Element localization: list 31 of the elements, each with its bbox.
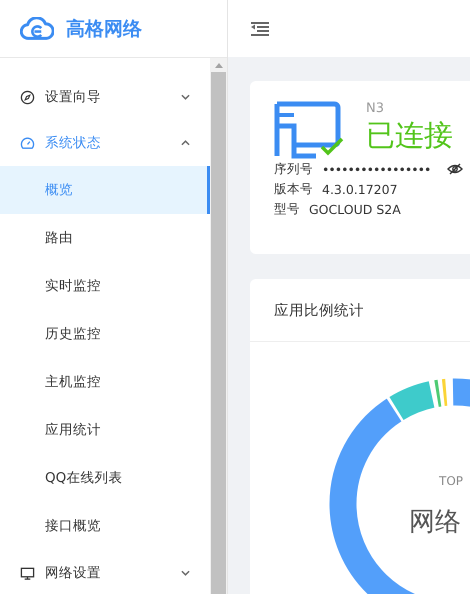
hidden-eye-icon[interactable] [447,163,464,175]
field-label: 序列号 [274,160,313,178]
monitor-icon [20,566,35,580]
field-label: 版本号 [274,180,313,198]
sidebar-subitem[interactable]: 应用统计 [0,406,210,454]
chevron-icon [181,94,190,100]
scroll-up-arrow-icon[interactable] [214,63,222,68]
sidebar-subitem[interactable]: 路由 [0,214,210,262]
sidebar-subitem[interactable]: 实时监控 [0,262,210,310]
cloud-logo-icon [20,16,54,40]
sidebar-subitem[interactable]: QQ在线列表 [0,454,210,502]
card-title: 应用比例统计 [274,302,364,320]
chart-center-label: 网络 [409,506,461,539]
sidebar-item[interactable]: 网络设置 [0,550,210,594]
gauge-icon [20,136,35,150]
chart-caption: TOP [439,474,464,488]
field-value: ••••••••••••••••• [322,162,430,176]
sidebar-subitem[interactable]: 主机监控 [0,358,210,406]
sidebar-item[interactable]: 设置向导 [0,74,210,120]
field-value: GOCLOUD S2A [309,202,401,216]
sidebar-subitem[interactable]: 接口概览 [0,502,210,550]
chevron-icon [181,570,190,576]
field-label: 型号 [274,200,300,218]
chevron-icon [181,140,190,146]
menu-collapse-icon[interactable] [251,22,269,36]
model-code: N3 [366,101,385,116]
compass-icon [20,90,35,104]
field-value: 4.3.0.17207 [322,182,398,196]
brand-name: 高格网络 [66,16,142,42]
connection-status: 已连接 [366,117,453,154]
sidebar-subitem[interactable]: 历史监控 [0,310,210,358]
